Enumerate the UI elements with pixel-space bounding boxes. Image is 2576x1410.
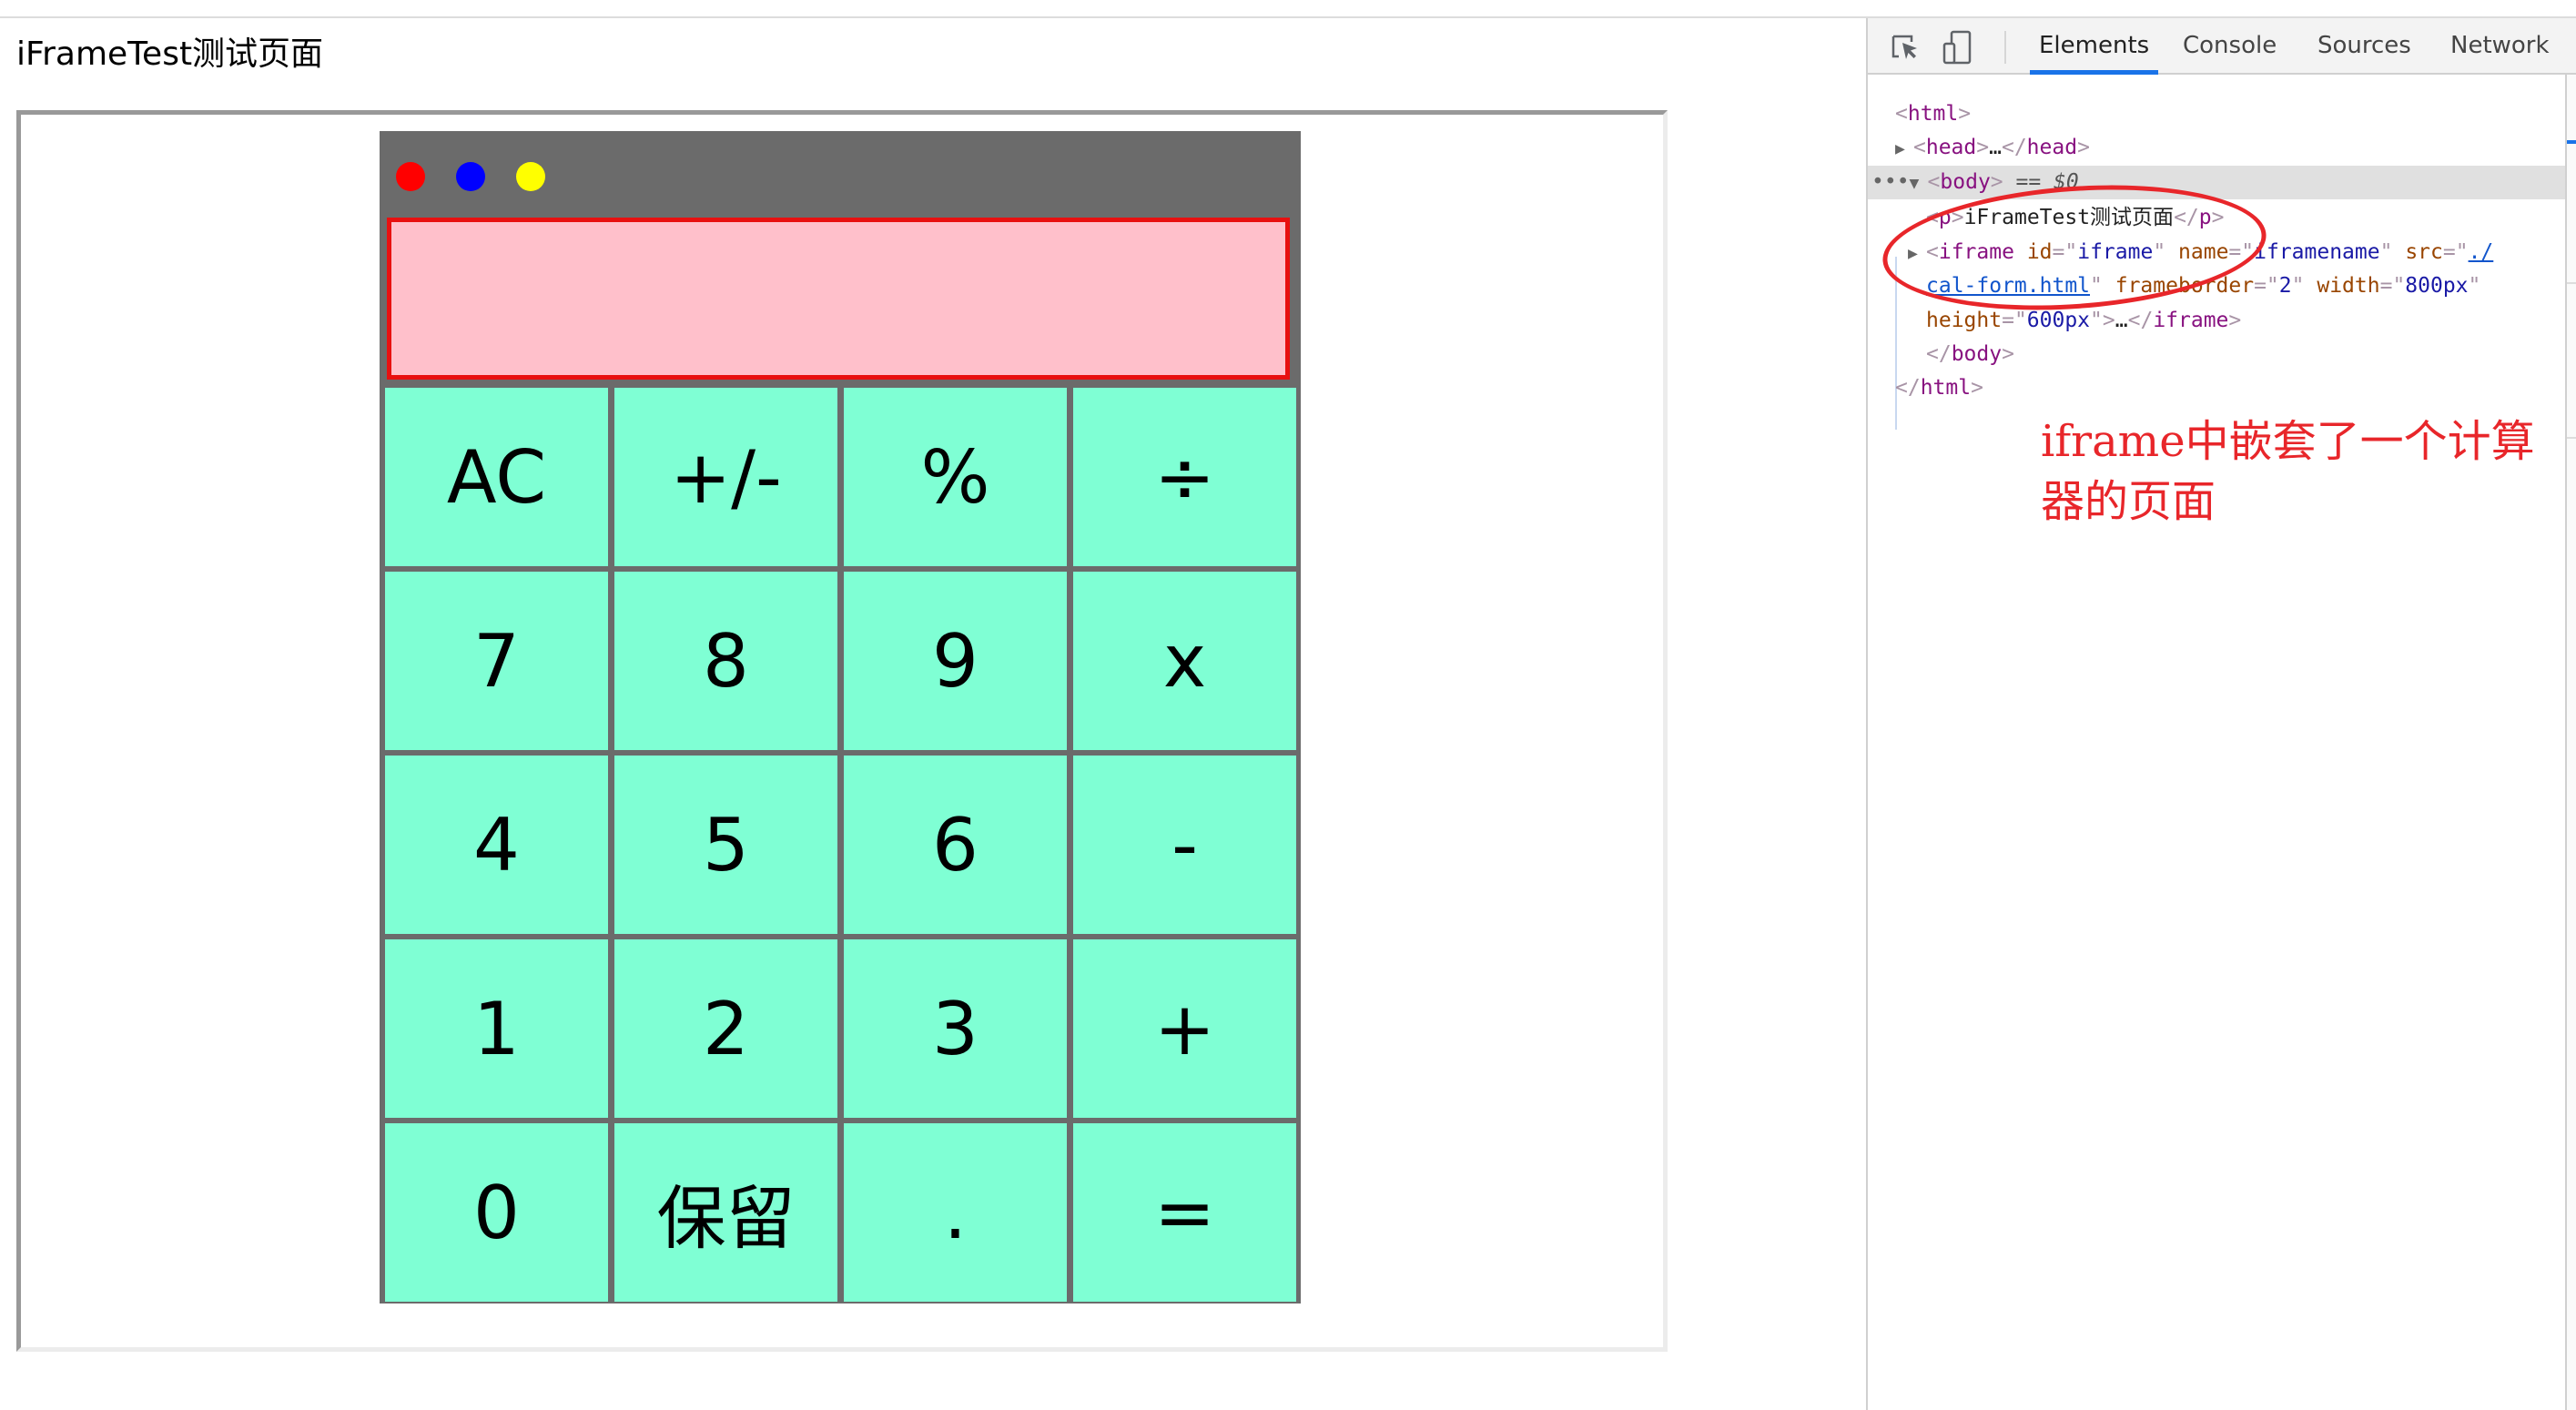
tag-name: p bbox=[1938, 206, 1952, 229]
tab-console[interactable]: Console bbox=[2183, 18, 2277, 73]
devtools-side-panel[interactable] bbox=[2565, 75, 2576, 1410]
text-node: iFrameTest测试页面 bbox=[1963, 206, 2175, 229]
key-2[interactable]: 2 bbox=[614, 939, 837, 1118]
expand-triangle-icon[interactable]: ▶ bbox=[1908, 237, 1926, 270]
tag-name: body bbox=[1951, 342, 2003, 366]
tag-name: head bbox=[1925, 136, 1977, 159]
key-reserved[interactable]: 保留 bbox=[614, 1123, 837, 1302]
tag-name: body bbox=[1940, 170, 1991, 194]
tab-elements[interactable]: Elements bbox=[2029, 18, 2159, 75]
dom-node-body-selected[interactable]: •••▼ <body> == $0 bbox=[1868, 166, 2565, 199]
attr-value: 600px bbox=[2026, 309, 2091, 332]
key-toggle-sign[interactable]: +/- bbox=[614, 388, 837, 566]
key-ac[interactable]: AC bbox=[385, 388, 608, 566]
src-link[interactable]: cal-form.html bbox=[1926, 274, 2090, 298]
key-equals[interactable]: = bbox=[1073, 1123, 1296, 1302]
selected-node-marker: == $0 bbox=[2015, 170, 2079, 194]
tag-name: html bbox=[1907, 102, 1959, 126]
key-3[interactable]: 3 bbox=[844, 939, 1067, 1118]
tag-name: html bbox=[1920, 376, 1972, 400]
key-add[interactable]: + bbox=[1073, 939, 1296, 1118]
dom-node-p[interactable]: <p>iFrameTest测试页面</p> bbox=[1868, 201, 2576, 235]
key-1[interactable]: 1 bbox=[385, 939, 608, 1118]
element-picker-icon[interactable] bbox=[1888, 29, 1924, 66]
dom-node-html-close[interactable]: </html> bbox=[1868, 371, 2576, 405]
browser-top-edge bbox=[0, 0, 2576, 18]
key-0[interactable]: 0 bbox=[385, 1123, 608, 1302]
page-title: iFrameTest测试页面 bbox=[16, 36, 324, 73]
side-panel-divider bbox=[2567, 437, 2576, 439]
calculator-keypad: AC +/-% ÷ 7 8 9 x 4 5 6- 1 2 3 +0 保留. = bbox=[385, 388, 1299, 1302]
dom-node-iframe-cont2: height="600px">…</iframe> bbox=[1926, 309, 2242, 332]
key-multiply[interactable]: x bbox=[1073, 572, 1296, 750]
tag-name: p bbox=[2198, 206, 2212, 229]
dom-node-iframe-cont: cal-form.html" frameborder="2" width="80… bbox=[1926, 274, 2481, 298]
attr-name: frameborder bbox=[2115, 274, 2255, 298]
side-panel-tab-indicator bbox=[2567, 140, 2576, 144]
tag-name: iframe bbox=[1938, 240, 2014, 264]
more-actions-icon[interactable]: ••• bbox=[1871, 170, 1910, 194]
key-subtract[interactable]: - bbox=[1073, 756, 1296, 934]
devtools-panel: Elements Console Sources Network <html> … bbox=[1866, 18, 2576, 1410]
calculator-display bbox=[387, 218, 1290, 380]
dom-tree: <html> ▶ <head>…</head> •••▼ <body> == $0 … bbox=[1868, 75, 2565, 1410]
collapsed-ellipsis: … bbox=[1989, 136, 2002, 159]
annotation-text: iframe中嵌套了一个计算器的页面 bbox=[2041, 416, 2535, 527]
attr-name: id bbox=[2026, 240, 2053, 264]
blue-dot-icon[interactable] bbox=[456, 162, 485, 191]
attr-value: 800px bbox=[2405, 274, 2469, 298]
attr-name: width bbox=[2317, 274, 2380, 298]
attr-value: iframename bbox=[2254, 240, 2380, 264]
iframe-frame: AC +/-% ÷ 7 8 9 x 4 5 6- 1 2 3 +0 保留. = bbox=[16, 110, 1668, 1352]
device-toolbar-icon[interactable] bbox=[1939, 29, 1975, 66]
key-8[interactable]: 8 bbox=[614, 572, 837, 750]
key-9[interactable]: 9 bbox=[844, 572, 1067, 750]
dom-node-head[interactable]: ▶ <head>…</head> bbox=[1868, 131, 2576, 165]
red-dot-icon[interactable] bbox=[396, 162, 425, 191]
tab-network[interactable]: Network bbox=[2450, 18, 2550, 73]
src-link[interactable]: ./ bbox=[2469, 240, 2494, 264]
key-7[interactable]: 7 bbox=[385, 572, 608, 750]
expand-triangle-icon[interactable]: ▶ bbox=[1895, 132, 1913, 166]
collapse-triangle-icon[interactable]: ▼ bbox=[1910, 167, 1928, 200]
key-divide[interactable]: ÷ bbox=[1073, 388, 1296, 566]
dom-node-html[interactable]: <html> bbox=[1868, 97, 2576, 131]
attr-name: src bbox=[2405, 240, 2443, 264]
key-5[interactable]: 5 bbox=[614, 756, 837, 934]
key-4[interactable]: 4 bbox=[385, 756, 608, 934]
tag-name: head bbox=[2026, 136, 2078, 159]
dom-node-iframe[interactable]: ▶ <iframe id="iframe" name="iframename" s… bbox=[1868, 236, 2576, 269]
dom-node-body-close[interactable]: </body> bbox=[1868, 338, 2576, 371]
tag-name: iframe bbox=[2153, 309, 2229, 332]
yellow-dot-icon[interactable] bbox=[516, 162, 545, 191]
calculator: AC +/-% ÷ 7 8 9 x 4 5 6- 1 2 3 +0 保留. = bbox=[380, 131, 1301, 1303]
key-percent[interactable]: % bbox=[844, 388, 1067, 566]
tab-sources[interactable]: Sources bbox=[2317, 18, 2411, 73]
collapsed-ellipsis: … bbox=[2115, 309, 2128, 332]
key-decimal[interactable]: . bbox=[844, 1123, 1067, 1302]
devtools-toolbar: Elements Console Sources Network bbox=[1868, 18, 2576, 75]
side-panel-divider bbox=[2567, 282, 2576, 284]
toolbar-separator bbox=[2004, 31, 2006, 64]
attr-value: 2 bbox=[2278, 274, 2292, 298]
attr-name: height bbox=[1926, 309, 2003, 332]
attr-value: iframe bbox=[2077, 240, 2154, 264]
attr-name: name bbox=[2178, 240, 2229, 264]
key-6[interactable]: 6 bbox=[844, 756, 1067, 934]
calculator-titlebar bbox=[380, 131, 1301, 215]
